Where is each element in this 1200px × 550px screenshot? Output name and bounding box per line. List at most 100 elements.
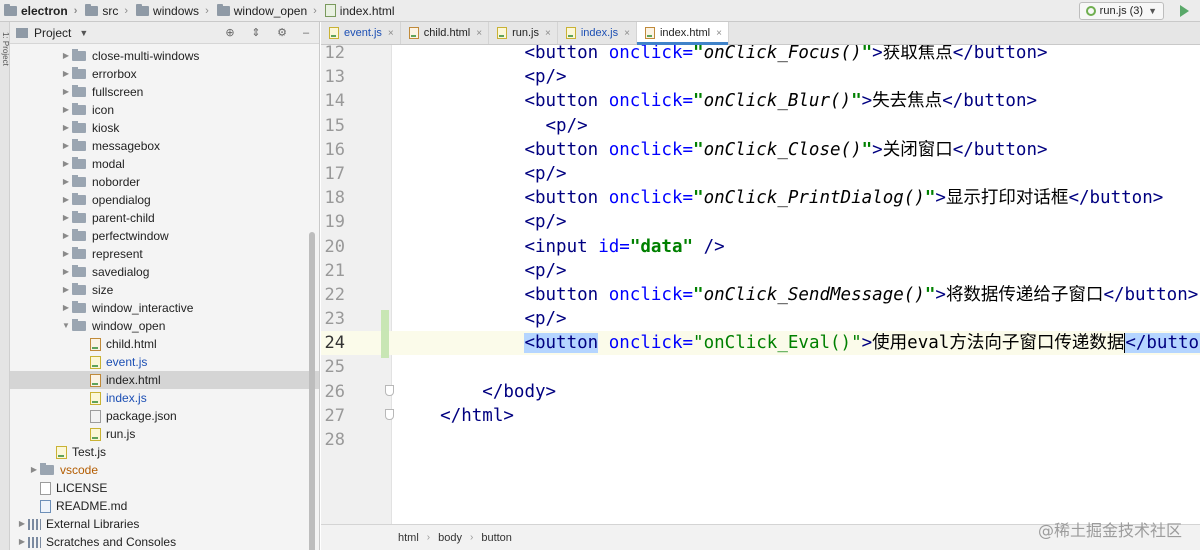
code-line[interactable]: 23 <p/> [321,307,1200,331]
tree-folder[interactable]: ▶ perfectwindow [10,227,319,245]
chevron-down-icon[interactable]: ▼ [79,28,88,38]
code-line[interactable]: 16 <button onclick="onClick_Close()">关闭窗… [321,138,1200,162]
code-line[interactable]: 17 <p/> [321,162,1200,186]
structure-crumb[interactable]: html [398,532,419,544]
code-line[interactable]: 24 <button onclick="onClick_Eval()">使用ev… [321,331,1200,356]
tree-folder[interactable]: ▶ fullscreen [10,83,319,101]
tree-item-label: savedialog [92,265,150,279]
locate-icon[interactable]: ⊕ [224,27,236,39]
tree-folder[interactable]: ▶ parent-child [10,209,319,227]
tree-file[interactable]: Test.js [10,443,319,461]
breadcrumb-item[interactable]: window_open › [213,0,321,22]
tree-file[interactable]: child.html [10,335,319,353]
expand-arrow-icon[interactable]: ▶ [60,155,72,173]
tree-file[interactable]: package.json [10,407,319,425]
code-editor[interactable]: 12 <button onclick="onClick_Focus()">获取焦… [321,45,1200,524]
project-scrollbar[interactable] [309,232,315,550]
tree-file[interactable]: event.js [10,353,319,371]
expand-arrow-icon[interactable]: ▶ [60,299,72,317]
expand-arrow-icon[interactable]: ▶ [60,263,72,281]
collapse-all-icon[interactable]: ⇕ [250,27,262,39]
tree-file[interactable]: run.js [10,425,319,443]
expand-arrow-icon[interactable]: ▶ [28,461,40,479]
tree-file[interactable]: LICENSE [10,479,319,497]
breadcrumb-item[interactable]: index.html [321,0,399,22]
expand-arrow-icon[interactable]: ▶ [60,101,72,119]
tree-file[interactable]: index.js [10,389,319,407]
close-icon[interactable]: × [545,28,551,39]
expand-arrow-icon[interactable]: ▶ [16,533,28,550]
expand-arrow-icon[interactable]: ▶ [60,47,72,65]
expand-arrow-icon[interactable]: ▶ [60,119,72,137]
code-line[interactable]: 18 <button onclick="onClick_PrintDialog(… [321,186,1200,210]
tree-folder[interactable]: ▶ close-multi-windows [10,47,319,65]
tree-file[interactable]: index.html [10,371,319,389]
code-line[interactable]: 22 <button onclick="onClick_SendMessage(… [321,283,1200,307]
close-icon[interactable]: × [388,28,394,39]
expand-arrow-icon[interactable]: ▶ [60,227,72,245]
tree-item-label: close-multi-windows [92,49,200,63]
code-line[interactable]: 20 <input id="data" /> [321,235,1200,259]
tree-folder[interactable]: ▶ noborder [10,173,319,191]
expand-arrow-icon[interactable]: ▶ [16,515,28,533]
expand-arrow-icon[interactable]: ▶ [60,65,72,83]
breadcrumb-item[interactable]: electron › [0,0,81,22]
expand-arrow-icon[interactable]: ▶ [60,191,72,209]
project-view-selector[interactable]: Project [34,26,71,40]
expand-arrow-icon[interactable]: ▶ [60,281,72,299]
expand-arrow-icon[interactable]: ▶ [60,209,72,227]
close-icon[interactable]: × [716,28,722,39]
hide-panel-icon[interactable]: – [300,27,312,39]
tree-library[interactable]: ▶ Scratches and Consoles [10,533,319,550]
editor-tab[interactable]: run.js × [489,22,558,44]
expand-arrow-icon[interactable]: ▶ [60,173,72,191]
tree-folder[interactable]: ▶ savedialog [10,263,319,281]
tree-folder[interactable]: ▶ modal [10,155,319,173]
tree-folder[interactable]: ▼ window_open [10,317,319,335]
fold-icon[interactable] [385,409,394,420]
code-line[interactable]: 15 <p/> [321,114,1200,138]
code-line[interactable]: 13 <p/> [321,65,1200,89]
tree-folder[interactable]: ▶ errorbox [10,65,319,83]
code-lines[interactable]: 12 <button onclick="onClick_Focus()">获取焦… [321,45,1200,452]
breadcrumb-item[interactable]: src › [81,0,132,22]
code-line[interactable]: 28 [321,428,1200,452]
run-icon[interactable] [1176,3,1192,19]
run-configuration-selector[interactable]: run.js (3) ▼ [1078,2,1164,20]
navigation-bar: electron › src › windows › window_open › index.h… [0,0,1200,22]
tree-folder[interactable]: ▶ vscode [10,461,319,479]
tree-folder[interactable]: ▶ window_interactive [10,299,319,317]
editor-tab[interactable]: event.js × [321,22,401,44]
close-icon[interactable]: × [476,28,482,39]
tree-file[interactable]: README.md [10,497,319,515]
structure-crumb[interactable]: button [481,532,512,544]
editor-tab[interactable]: index.js × [558,22,637,44]
tree-library[interactable]: ▶ External Libraries [10,515,319,533]
code-line[interactable]: 21 <p/> [321,259,1200,283]
code-line[interactable]: 27 </html> [321,404,1200,428]
tree-folder[interactable]: ▶ size [10,281,319,299]
code-line[interactable]: 26 </body> [321,380,1200,404]
tree-folder[interactable]: ▶ messagebox [10,137,319,155]
editor-tab[interactable]: index.html × [636,22,729,45]
expand-arrow-icon[interactable]: ▶ [60,83,72,101]
project-tool-button[interactable]: 1: Project [0,32,10,92]
close-icon[interactable]: × [624,28,630,39]
tree-folder[interactable]: ▶ kiosk [10,119,319,137]
gear-icon[interactable]: ⚙ [276,27,288,39]
breadcrumb-item[interactable]: windows › [132,0,213,22]
expand-arrow-icon[interactable]: ▶ [60,245,72,263]
tree-folder[interactable]: ▶ opendialog [10,191,319,209]
collapse-arrow-icon[interactable]: ▼ [60,317,72,335]
tree-folder[interactable]: ▶ represent [10,245,319,263]
editor-tab[interactable]: child.html × [401,22,490,44]
structure-crumb[interactable]: body [438,532,462,544]
code-line[interactable]: 14 <button onclick="onClick_Blur()">失去焦点… [321,89,1200,113]
tree-folder[interactable]: ▶ icon [10,101,319,119]
code-line[interactable]: 25 [321,355,1200,379]
code-line[interactable]: 12 <button onclick="onClick_Focus()">获取焦… [321,45,1200,65]
change-marker[interactable] [381,310,389,358]
expand-arrow-icon[interactable]: ▶ [60,137,72,155]
fold-icon[interactable] [385,385,394,396]
code-line[interactable]: 19 <p/> [321,210,1200,234]
